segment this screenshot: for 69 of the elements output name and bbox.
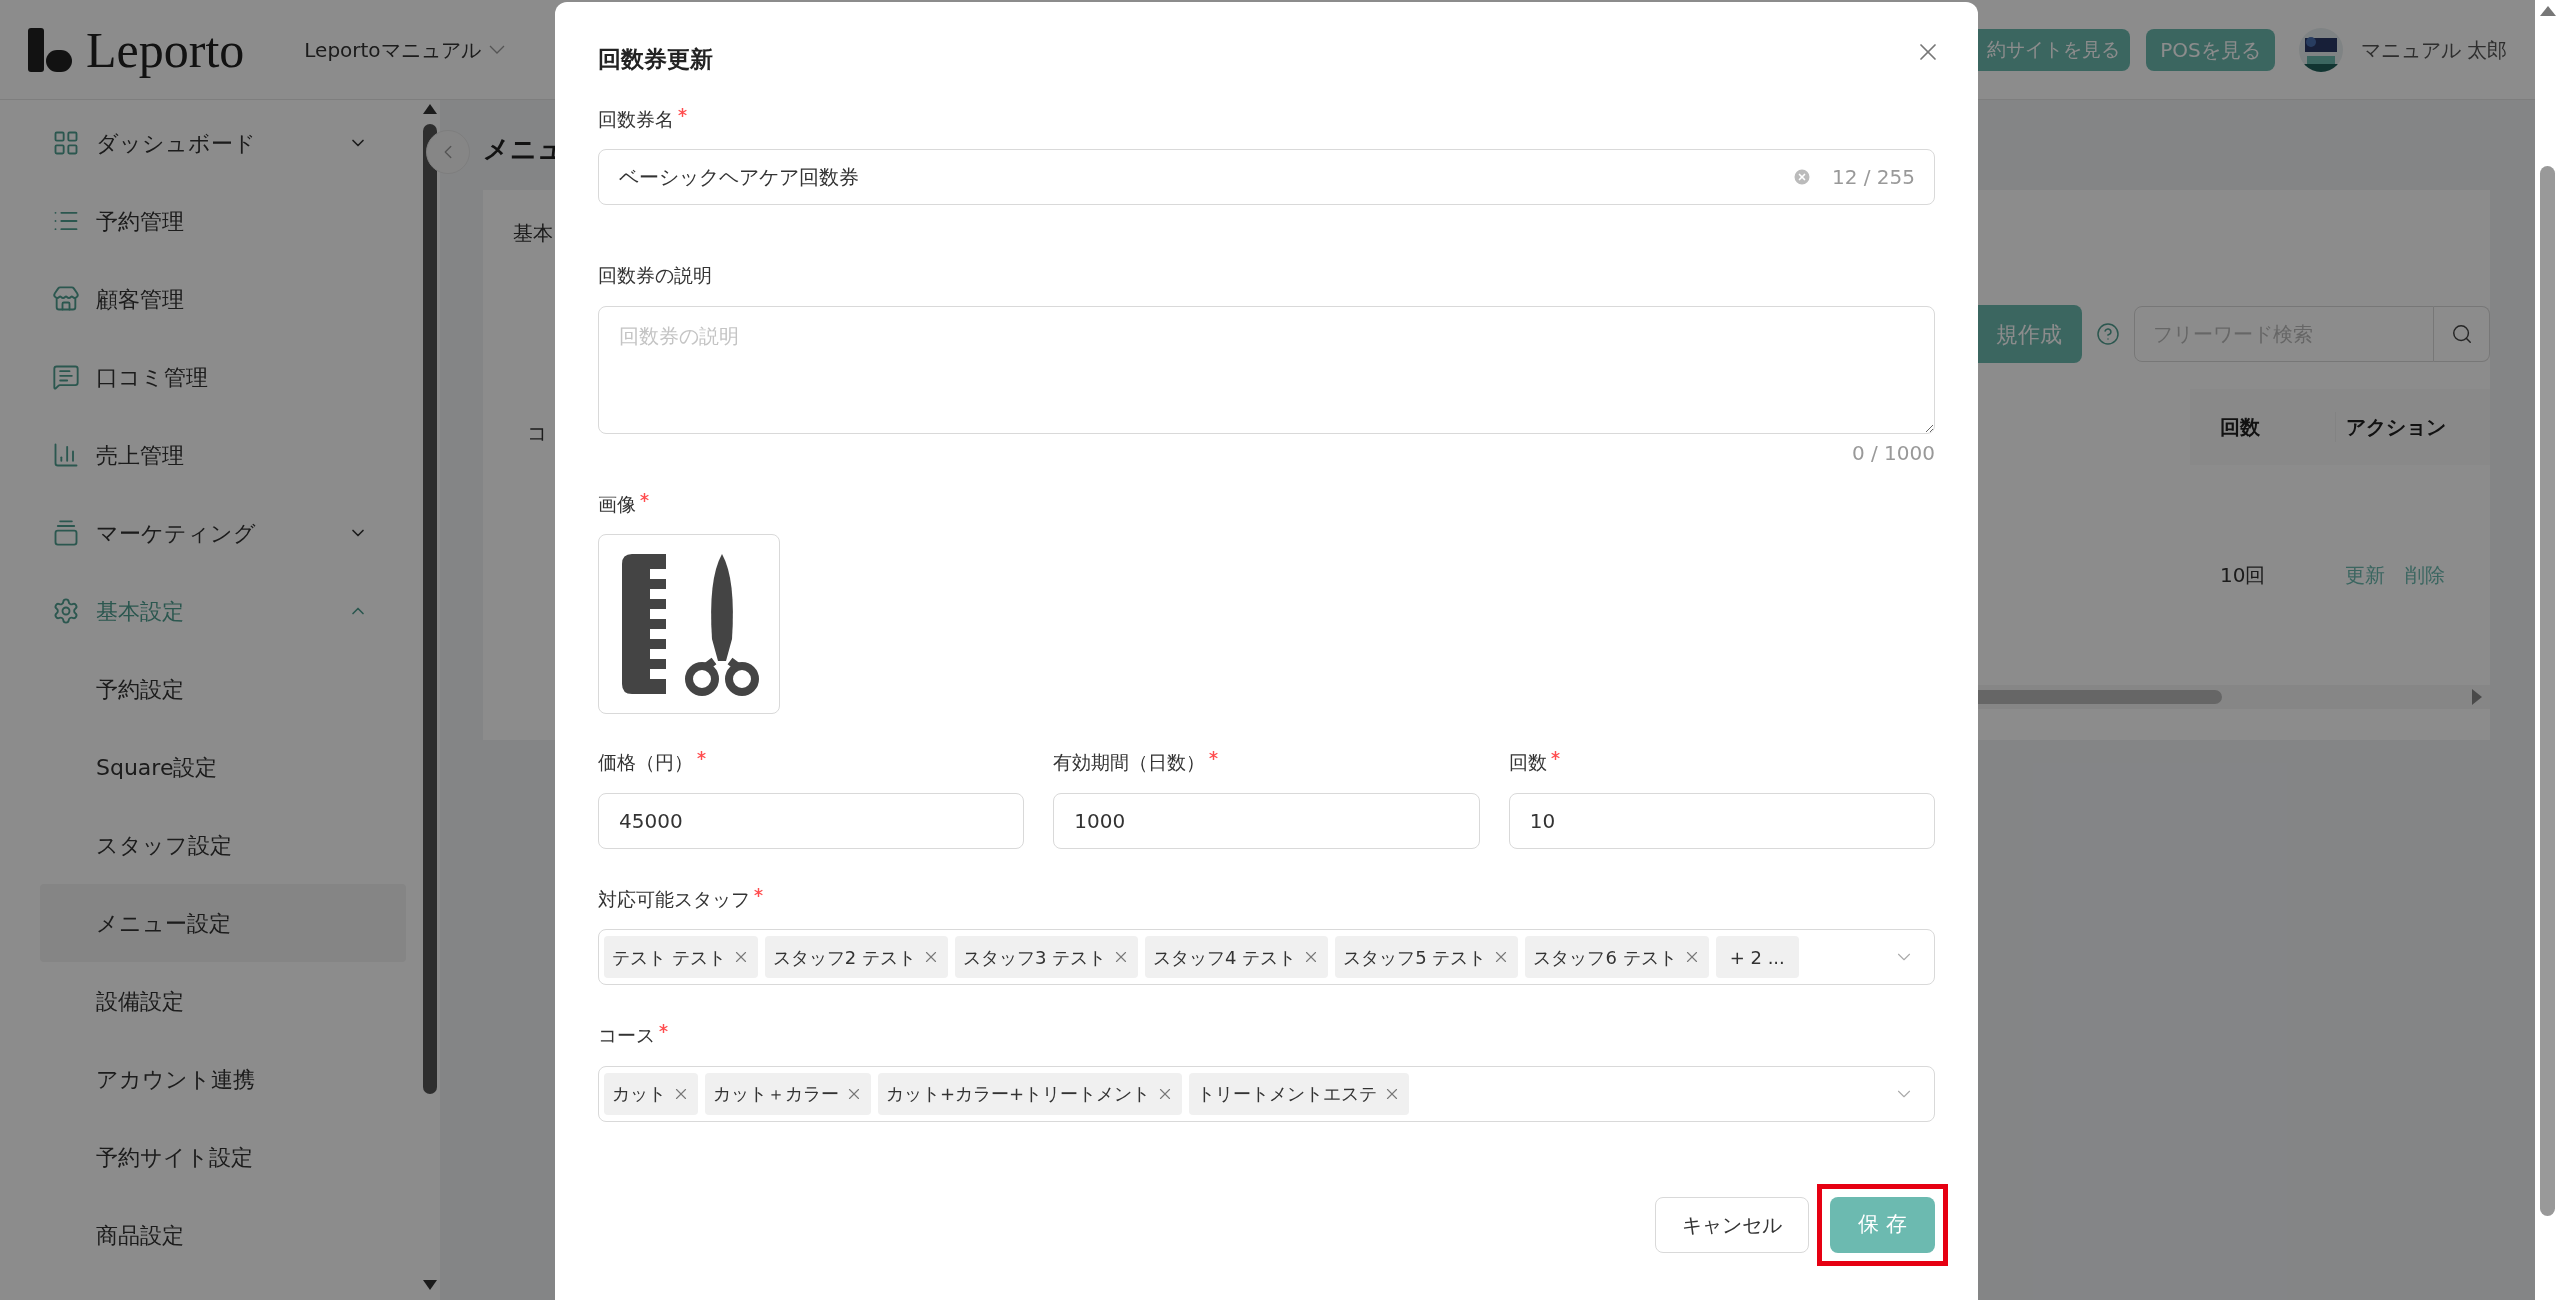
sidebar-item[interactable]: マーケティング	[0, 494, 420, 572]
user-name: マニュアル 太郎	[2360, 36, 2507, 64]
sidebar-subitem[interactable]: 設備設定	[40, 962, 380, 1040]
description-field[interactable]: 回数券の説明	[598, 305, 1935, 434]
chat-icon	[52, 363, 80, 391]
field-label: 画像	[598, 491, 636, 517]
search-button[interactable]	[2434, 306, 2490, 362]
logo-icon	[28, 27, 72, 72]
field-label: 回数	[1508, 750, 1547, 775]
multi-select[interactable]: カット カット＋カラー カット+カラー+トリートメント トリートメントエステ	[598, 1065, 1935, 1122]
scrollbar-thumb[interactable]	[423, 124, 437, 1094]
sidebar-subitem[interactable]: 商品設定	[40, 1196, 380, 1274]
field-label: 有効期間（日数）	[1053, 750, 1206, 775]
tag-label: トリートメントエステ	[1197, 1082, 1378, 1106]
multi-select[interactable]: テスト テスト スタッフ2 テスト スタッフ3 テスト スタッフ4 テスト スタッフ5 テスト スタッフ6 テスト + 2 ...	[598, 929, 1935, 985]
number-field[interactable]: 10	[1508, 792, 1935, 849]
column-header: 回数	[2219, 414, 2261, 441]
sidebar-subitem[interactable]: Square設定	[40, 728, 380, 806]
number-field[interactable]: 45000	[598, 792, 1025, 849]
character-counter: 12 / 255	[1831, 167, 1915, 187]
field-label: コース	[598, 1023, 655, 1048]
scrollbar-up-icon[interactable]	[423, 104, 437, 114]
number-field[interactable]: 1000	[1053, 792, 1480, 849]
tag-label: カット＋カラー	[713, 1082, 839, 1106]
gallery-icon	[52, 519, 80, 547]
sidebar-item[interactable]: 口コミ管理	[0, 338, 420, 416]
tag-label: スタッフ2 テスト	[772, 945, 916, 970]
character-counter: 0 / 1000	[1851, 439, 1935, 467]
sidebar-item[interactable]: ダッシュボード	[0, 104, 420, 182]
cancel-button[interactable]: キャンセル	[1655, 1196, 1809, 1253]
field-label: 価格（円）	[598, 750, 693, 775]
sidebar-subitem[interactable]: 予約サイト設定	[40, 1118, 380, 1196]
field-label: 回数券の説明	[598, 263, 712, 288]
sidebar-subitem[interactable]: スタッフ設定	[40, 806, 380, 884]
tag-label: スタッフ5 テスト	[1343, 945, 1487, 970]
sidebar-subitem[interactable]: アカウント連携	[40, 1040, 380, 1118]
sidebar-item[interactable]: 売上管理	[0, 416, 420, 494]
field-label: 回数券名	[598, 106, 674, 132]
sidebar-item[interactable]: 予約管理	[0, 182, 420, 260]
scrollbar-thumb[interactable]	[2540, 166, 2555, 1216]
dashboard-icon	[52, 129, 80, 157]
field-label: 対応可能スタッフ	[598, 886, 750, 912]
tag-label: カット+カラー+トリートメント	[886, 1082, 1151, 1106]
sidebar-subitem[interactable]: 予約設定	[40, 650, 380, 728]
tag-label: テスト テスト	[612, 945, 726, 970]
column-header: コ	[527, 420, 548, 447]
table-cell-text: 10回	[2219, 562, 2267, 589]
bar-chart-icon	[52, 441, 80, 469]
help-icon[interactable]	[2096, 322, 2120, 346]
scrollbar-down-icon[interactable]	[423, 1280, 437, 1290]
more-tag: + 2 ...	[1715, 936, 1799, 978]
caret-icon	[488, 45, 505, 54]
store-icon	[52, 285, 80, 313]
image-thumbnail[interactable]	[598, 534, 780, 714]
collapse-sidebar-button[interactable]	[426, 130, 470, 174]
scroll-right-icon[interactable]	[2472, 689, 2482, 705]
dialog-title: 回数券更新	[598, 45, 713, 74]
tag-label: カット	[612, 1082, 666, 1106]
tag-label: スタッフ6 テスト	[1533, 945, 1677, 970]
column-header: アクション	[2335, 412, 2446, 442]
tag-label: スタッフ4 テスト	[1153, 945, 1297, 970]
store-selector[interactable]: Leportoマニュアル	[304, 34, 505, 65]
sidebar-item[interactable]: 顧客管理	[0, 260, 420, 338]
tag-label: スタッフ3 テスト	[962, 945, 1107, 970]
tab[interactable]: 基本	[513, 218, 553, 248]
settings-icon	[52, 597, 80, 625]
sidebar-subitem[interactable]: メニュー設定	[40, 884, 406, 962]
scrollbar-up-icon[interactable]	[2539, 6, 2556, 16]
search-icon	[2450, 323, 2473, 345]
